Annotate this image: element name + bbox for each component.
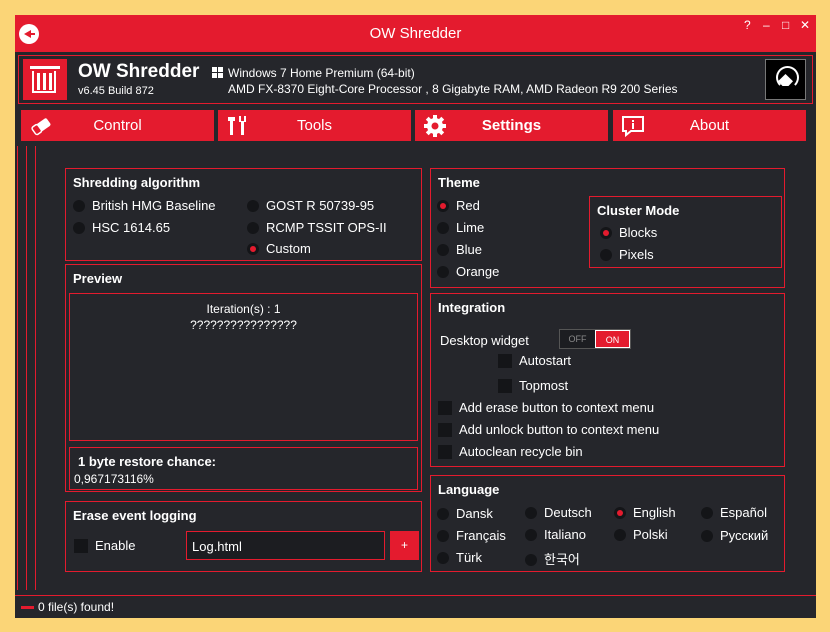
language-russian-radio[interactable]: Русский (701, 528, 768, 543)
algo-british-hmg-radio[interactable]: British HMG Baseline (73, 198, 216, 213)
log-file-add-button[interactable]: + (390, 531, 419, 560)
theme-red-radio[interactable]: Red (437, 198, 480, 213)
language-dansk-radio[interactable]: Dansk (437, 506, 493, 521)
window-title: OW Shredder (369, 25, 462, 42)
group-title: Shredding algorithm (73, 175, 201, 190)
tab-label: Control (93, 117, 142, 134)
tab-label: Settings (481, 117, 542, 134)
app-header: OW Shredder v6.45 Build 872 Windows 7 Ho… (18, 55, 813, 104)
theme-blue-radio[interactable]: Blue (437, 242, 482, 257)
toggle-off-label: OFF (568, 334, 587, 344)
language-italiano-radio[interactable]: Italiano (525, 527, 586, 542)
integration-group: Integration Desktop widget OFF ON Autost… (430, 293, 785, 467)
title-bar: OW Shredder ? – □ ✕ (15, 15, 816, 52)
shredding-algorithm-group: Shredding algorithm British HMG Baseline… (65, 168, 422, 261)
minimize-button[interactable]: – (763, 18, 770, 32)
theme-lime-radio[interactable]: Lime (437, 220, 484, 235)
tab-settings[interactable]: Settings (415, 110, 608, 141)
toggle-on-label: ON (595, 330, 630, 348)
group-title: Language (438, 482, 500, 497)
log-file-value: Log.html (192, 539, 242, 554)
language-korean-radio[interactable]: 한국어 (525, 549, 580, 568)
autoclean-recycle-checkbox[interactable]: Autoclean recycle bin (438, 444, 583, 459)
erase-logging-group: Erase event logging Enable Log.html + (65, 501, 422, 572)
language-turk-radio[interactable]: Türk (437, 550, 482, 565)
theme-group: Theme Red Lime Blue Orange Cluster Mode … (430, 168, 785, 288)
restore-chance-box: 1 byte restore chance: 0,967173116% (69, 447, 418, 490)
maximize-button[interactable]: □ (782, 18, 789, 32)
status-text: 0 file(s) found! (38, 600, 115, 614)
group-title: Preview (73, 271, 123, 286)
restore-chance-label: 1 byte restore chance: (78, 454, 217, 469)
windows-logo-icon (212, 67, 223, 78)
divider (35, 146, 36, 590)
tab-tools[interactable]: Tools (218, 110, 411, 141)
desktop-widget-label: Desktop widget (440, 333, 529, 348)
desktop-widget-toggle[interactable]: OFF ON (559, 329, 631, 349)
group-title: Cluster Mode (597, 203, 680, 218)
app-build: v6.45 Build 872 (78, 85, 154, 97)
cluster-blocks-radio[interactable]: Blocks (600, 225, 657, 240)
divider (26, 146, 27, 590)
topmost-checkbox[interactable]: Topmost (498, 378, 568, 393)
erase-context-menu-checkbox[interactable]: Add erase button to context menu (438, 400, 654, 415)
log-file-input[interactable]: Log.html (186, 531, 385, 560)
logging-enable-checkbox[interactable]: Enable (74, 538, 135, 553)
trash-bin-icon (23, 59, 67, 100)
algo-gost-radio[interactable]: GOST R 50739-95 (247, 198, 374, 213)
os-info: Windows 7 Home Premium (64-bit) (228, 66, 415, 80)
language-polski-radio[interactable]: Polski (614, 527, 668, 542)
cluster-mode-group: Cluster Mode Blocks Pixels (589, 196, 782, 268)
author-logo-icon (765, 59, 806, 100)
status-indicator-icon (21, 606, 34, 609)
hardware-info: AMD FX-8370 Eight-Core Processor , 8 Gig… (228, 82, 678, 96)
language-group: Language Dansk Deutsch English Español F… (430, 475, 785, 572)
tab-about[interactable]: About (613, 110, 806, 141)
group-title: Integration (438, 300, 506, 315)
language-espanol-radio[interactable]: Español (701, 505, 767, 520)
algo-rcmp-radio[interactable]: RCMP TSSIT OPS-II (247, 220, 387, 235)
group-title: Theme (438, 175, 480, 190)
group-title: Erase event logging (73, 508, 197, 523)
restore-chance-value: 0,967173116% (74, 472, 154, 486)
preview-iterations: Iteration(s) : 1 (206, 302, 281, 316)
preview-group: Preview Iteration(s) : 1 ???????????????… (65, 264, 422, 492)
tab-label: Tools (296, 117, 333, 134)
help-button[interactable]: ? (744, 18, 751, 32)
preview-pattern: ???????????????? (190, 318, 297, 332)
language-english-radio[interactable]: English (614, 505, 676, 520)
autostart-checkbox[interactable]: Autostart (498, 353, 571, 368)
tab-label: About (689, 117, 730, 134)
language-francais-radio[interactable]: Français (437, 528, 506, 543)
algo-hsc-radio[interactable]: HSC 1614.65 (73, 220, 170, 235)
close-button[interactable]: ✕ (800, 18, 810, 32)
app-name: OW Shredder (78, 61, 200, 82)
unlock-context-menu-checkbox[interactable]: Add unlock button to context menu (438, 422, 659, 437)
tab-control[interactable]: Control (21, 110, 214, 141)
theme-orange-radio[interactable]: Orange (437, 264, 499, 279)
app-window: OW Shredder ? – □ ✕ OW Shredder v6.45 Bu… (15, 15, 816, 618)
status-bar: 0 file(s) found! (15, 595, 816, 618)
language-deutsch-radio[interactable]: Deutsch (525, 505, 592, 520)
cluster-pixels-radio[interactable]: Pixels (600, 247, 654, 262)
algo-custom-radio[interactable]: Custom (247, 241, 311, 256)
preview-area: Iteration(s) : 1 ???????????????? (69, 293, 418, 441)
